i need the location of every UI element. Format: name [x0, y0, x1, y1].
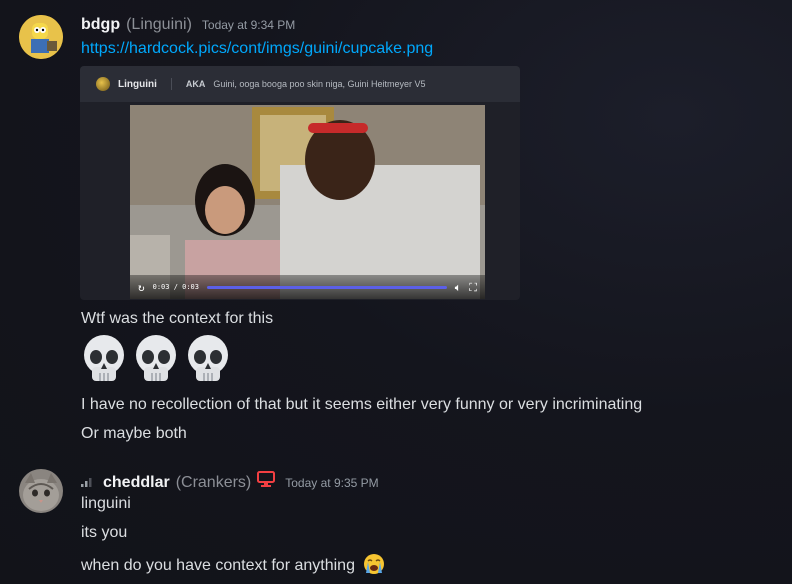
embed-avatar: [96, 77, 110, 91]
message-text: linguini: [81, 495, 131, 512]
desktop-icon: [257, 471, 276, 487]
embed-aka-text: Guini, ooga booga poo skin niga, Guini H…: [213, 79, 426, 89]
embed-header: Linguini AKA Guini, ooga booga poo skin …: [80, 66, 520, 102]
message-link[interactable]: https://hardcock.pics/cont/imgs/guini/cu…: [81, 40, 433, 57]
volume-icon[interactable]: 🔈︎: [455, 282, 462, 293]
message-link-line: https://hardcock.pics/cont/imgs/guini/cu…: [81, 40, 433, 58]
message-text-line: when do you have context for anything: [81, 553, 385, 575]
image-embed[interactable]: Linguini AKA Guini, ooga booga poo skin …: [80, 66, 520, 300]
signal-bars-icon: [81, 478, 92, 487]
video-progress-bar[interactable]: [206, 285, 447, 289]
skull-emoji[interactable]: [80, 333, 128, 385]
chat-view: bdgp (Linguini) Today at 9:34 PM https:/…: [0, 0, 792, 584]
divider: [170, 78, 172, 90]
timestamp[interactable]: Today at 9:34 PM: [202, 18, 295, 32]
message-text: Wtf was the context for this: [81, 310, 274, 327]
video-frame: [130, 105, 485, 299]
nickname: (Crankers): [175, 474, 252, 491]
emoji-row: [80, 333, 232, 385]
message-text: its you: [81, 524, 128, 541]
embed-aka-label: AKA: [185, 79, 206, 89]
timestamp[interactable]: Today at 9:35 PM: [285, 476, 378, 490]
nickname: (Linguini): [126, 16, 192, 33]
skull-emoji[interactable]: [132, 333, 180, 385]
username[interactable]: cheddlar: [103, 474, 170, 492]
avatar-bdgp[interactable]: [19, 15, 63, 59]
video-controls: ↻ 0:03 / 0:03 🔈︎ ⛶: [130, 275, 485, 299]
username[interactable]: bdgp: [81, 16, 120, 34]
replay-icon[interactable]: ↻: [138, 282, 145, 293]
video-player[interactable]: ↻ 0:03 / 0:03 🔈︎ ⛶: [130, 105, 485, 299]
message-text: I have no recollection of that but it se…: [81, 396, 643, 413]
video-time: 0:03 / 0:03: [152, 283, 199, 291]
embed-name: Linguini: [118, 78, 157, 90]
message-header: cheddlar (Crankers) Today at 9:35 PM: [81, 471, 379, 492]
message-text: when do you have context for anything: [81, 557, 355, 574]
message-text: Or maybe both: [81, 425, 187, 442]
skull-emoji[interactable]: [184, 333, 232, 385]
fullscreen-icon[interactable]: ⛶: [469, 282, 477, 293]
message-header: bdgp (Linguini) Today at 9:34 PM: [81, 16, 295, 34]
avatar-cheddlar[interactable]: [19, 469, 63, 513]
loudly-crying-emoji[interactable]: [363, 553, 385, 575]
